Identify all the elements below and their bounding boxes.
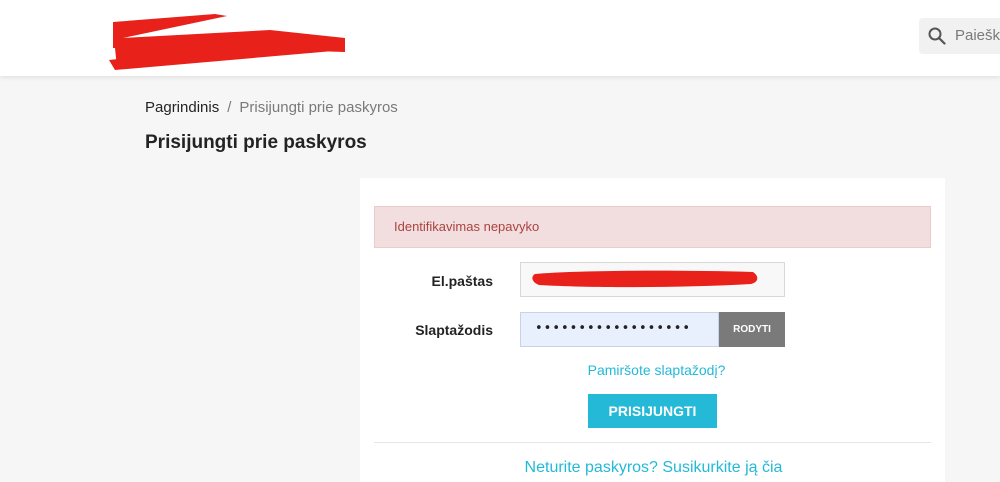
breadcrumb-home-link[interactable]: Pagrindinis xyxy=(145,99,219,116)
password-field[interactable]: •••••••••••••••••• xyxy=(520,312,719,347)
search-input[interactable]: Paieška xyxy=(955,27,1000,44)
breadcrumb-separator: / xyxy=(227,99,232,116)
email-field[interactable] xyxy=(520,262,785,297)
search-box[interactable]: Paieška xyxy=(919,18,1000,54)
error-alert: Identifikavimas nepavyko xyxy=(374,206,931,248)
forgot-password-link[interactable]: Pamiršote slaptažodį? xyxy=(360,362,945,378)
create-account-link[interactable]: Neturite paskyros? Susikurkite ją čia xyxy=(360,459,945,477)
search-icon xyxy=(928,27,946,45)
email-label: El.paštas xyxy=(431,273,493,289)
login-button[interactable]: PRISIJUNGTI xyxy=(588,394,717,428)
login-card: Identifikavimas nepavyko El.paštas Slapt… xyxy=(360,178,945,482)
email-redaction-mark xyxy=(532,270,758,288)
site-logo[interactable] xyxy=(105,8,355,78)
show-password-button[interactable]: RODYTI xyxy=(719,312,785,347)
breadcrumb: Pagrindinis / Prisijungti prie paskyros xyxy=(145,99,398,116)
password-label: Slaptažodis xyxy=(415,322,493,338)
page-title: Prisijungti prie paskyros xyxy=(145,132,367,153)
divider xyxy=(374,442,931,443)
logo-redaction-mark xyxy=(109,14,345,70)
breadcrumb-current: Prisijungti prie paskyros xyxy=(239,99,398,116)
site-header: Paieška xyxy=(0,0,1000,76)
